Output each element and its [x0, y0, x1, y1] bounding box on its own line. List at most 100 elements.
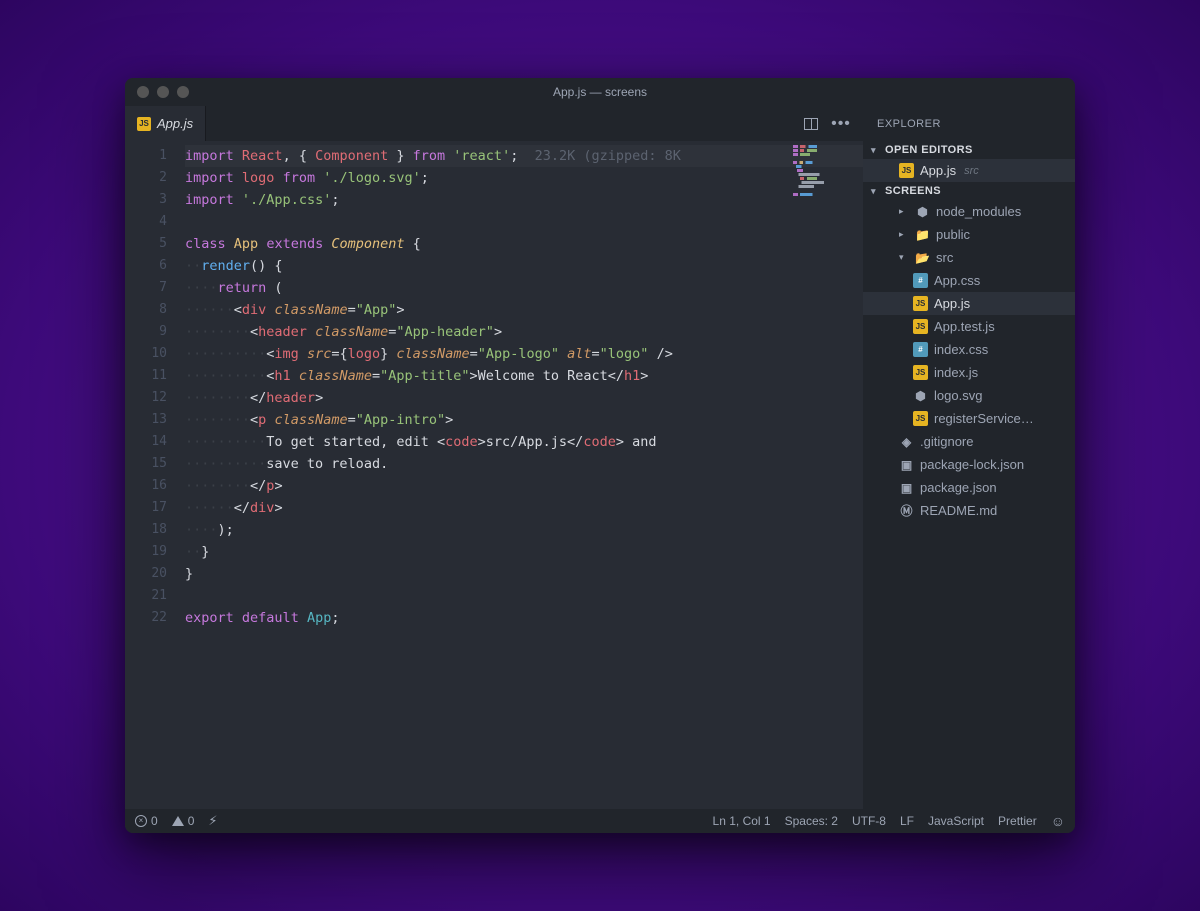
tree-item-label: index.css: [934, 342, 988, 357]
encoding[interactable]: UTF-8: [852, 814, 886, 828]
tree-item-package-json[interactable]: ▣package.json: [863, 476, 1075, 499]
feedback[interactable]: ☺: [1051, 813, 1065, 829]
line-number: 18: [125, 519, 185, 541]
language-mode[interactable]: JavaScript: [928, 814, 984, 828]
line-number: 3: [125, 189, 185, 211]
chevron-icon: ▸: [899, 206, 909, 217]
line-number: 2: [125, 167, 185, 189]
tree-item-registerservice-[interactable]: JS registerService…: [863, 407, 1075, 430]
line-number: 17: [125, 497, 185, 519]
tree-item-label: node_modules: [936, 204, 1021, 219]
smiley-icon: ☺: [1051, 813, 1065, 829]
folder-file-icon: 📂: [915, 250, 930, 265]
tree-item-package-lock-json[interactable]: ▣package-lock.json: [863, 453, 1075, 476]
js-file-icon: JS: [913, 296, 928, 311]
open-editor-item[interactable]: JS App.js src: [863, 159, 1075, 182]
tree-item-src[interactable]: ▾ 📂 src: [863, 246, 1075, 269]
json-file-icon: ▣: [899, 457, 914, 472]
line-number: 6: [125, 255, 185, 277]
close-window-button[interactable]: [137, 86, 149, 98]
tree-item-label: src: [936, 250, 953, 265]
split-icon: [804, 118, 818, 130]
code-content[interactable]: import React, { Component } from 'react'…: [185, 141, 863, 809]
tree-item-label: index.js: [934, 365, 978, 380]
line-number: 14: [125, 431, 185, 453]
split-editor-button[interactable]: [803, 116, 819, 132]
tree-item-app-js[interactable]: JS App.js: [863, 292, 1075, 315]
line-number: 10: [125, 343, 185, 365]
status-bar: × 0 0 ⚡︎ Ln 1, Col 1 Spaces: 2 UTF-8 LF …: [125, 809, 1075, 833]
zoom-window-button[interactable]: [177, 86, 189, 98]
tree-item-index-css[interactable]: # index.css: [863, 338, 1075, 361]
window-controls: [137, 86, 189, 98]
warning-count: 0: [188, 814, 195, 828]
svg-file-icon: ⬢: [913, 388, 928, 403]
line-number: 11: [125, 365, 185, 387]
explorer-sidebar: EXPLORER ▾ OPEN EDITORS JS App.js src ▾ …: [863, 106, 1075, 809]
line-number: 5: [125, 233, 185, 255]
tree-item-logo-svg[interactable]: ⬢ logo.svg: [863, 384, 1075, 407]
chevron-icon: ▸: [899, 229, 909, 240]
problems-warnings[interactable]: 0: [172, 814, 195, 828]
explorer-header: EXPLORER: [863, 106, 1075, 141]
cursor-position[interactable]: Ln 1, Col 1: [713, 814, 771, 828]
tree-item-label: logo.svg: [934, 388, 982, 403]
window-title: App.js — screens: [125, 85, 1075, 99]
line-number-gutter: 12345678910111213141516171819202122: [125, 141, 185, 809]
open-editors-label: OPEN EDITORS: [885, 144, 973, 156]
js-file-icon: JS: [913, 319, 928, 334]
indentation[interactable]: Spaces: 2: [785, 814, 838, 828]
line-number: 22: [125, 607, 185, 629]
tree-item-app-test-js[interactable]: JSApp.test.js: [863, 315, 1075, 338]
ellipsis-icon: •••: [831, 120, 851, 128]
tab-app-js[interactable]: JS App.js: [125, 106, 206, 141]
tab-bar: JS App.js •••: [125, 106, 863, 141]
project-label: SCREENS: [885, 185, 941, 197]
problems-errors[interactable]: × 0: [135, 814, 158, 828]
js-file-icon: JS: [137, 117, 151, 131]
tree-item-app-css[interactable]: # App.css: [863, 269, 1075, 292]
tree-item-node-modules[interactable]: ▸ ⬢ node_modules: [863, 200, 1075, 223]
json-file-icon: ▣: [899, 480, 914, 495]
tree-item-index-js[interactable]: JSindex.js: [863, 361, 1075, 384]
tree-item-readme-md[interactable]: ⓂREADME.md: [863, 499, 1075, 522]
tree-item-public[interactable]: ▸📁public: [863, 223, 1075, 246]
git-file-icon: ◈: [899, 434, 914, 449]
editor-column: JS App.js ••• 12345678910111213141516171…: [125, 106, 863, 809]
editor-window: App.js — screens JS App.js •••: [125, 78, 1075, 833]
eol[interactable]: LF: [900, 814, 914, 828]
tree-item-label: .gitignore: [920, 434, 973, 449]
warning-icon: [172, 816, 184, 826]
line-number: 7: [125, 277, 185, 299]
line-number: 19: [125, 541, 185, 563]
folder-file-icon: ⬢: [915, 204, 930, 219]
formatter[interactable]: Prettier: [998, 814, 1037, 828]
chevron-down-icon: ▾: [871, 186, 881, 197]
css-file-icon: #: [913, 273, 928, 288]
css-file-icon: #: [913, 342, 928, 357]
js-file-icon: JS: [913, 411, 928, 426]
titlebar: App.js — screens: [125, 78, 1075, 106]
line-number: 15: [125, 453, 185, 475]
project-section[interactable]: ▾ SCREENS: [863, 182, 1075, 200]
line-number: 9: [125, 321, 185, 343]
tree-item-label: App.js: [934, 296, 970, 311]
tree-item-label: README.md: [920, 503, 997, 518]
open-editor-path: src: [964, 165, 979, 177]
line-number: 20: [125, 563, 185, 585]
bolt-icon: ⚡︎: [208, 813, 217, 829]
minimap[interactable]: [793, 143, 863, 201]
live-server[interactable]: ⚡︎: [208, 813, 217, 829]
line-number: 8: [125, 299, 185, 321]
more-actions-button[interactable]: •••: [833, 116, 849, 132]
editor-area[interactable]: 12345678910111213141516171819202122 impo…: [125, 141, 863, 809]
line-number: 16: [125, 475, 185, 497]
tree-item-label: App.css: [934, 273, 980, 288]
tree-item--gitignore[interactable]: ◈ .gitignore: [863, 430, 1075, 453]
open-editors-section[interactable]: ▾ OPEN EDITORS: [863, 141, 1075, 159]
tree-item-label: registerService…: [934, 411, 1034, 426]
chevron-icon: ▾: [899, 252, 909, 263]
tab-label: App.js: [157, 116, 193, 131]
minimize-window-button[interactable]: [157, 86, 169, 98]
open-editor-filename: App.js: [920, 163, 956, 178]
